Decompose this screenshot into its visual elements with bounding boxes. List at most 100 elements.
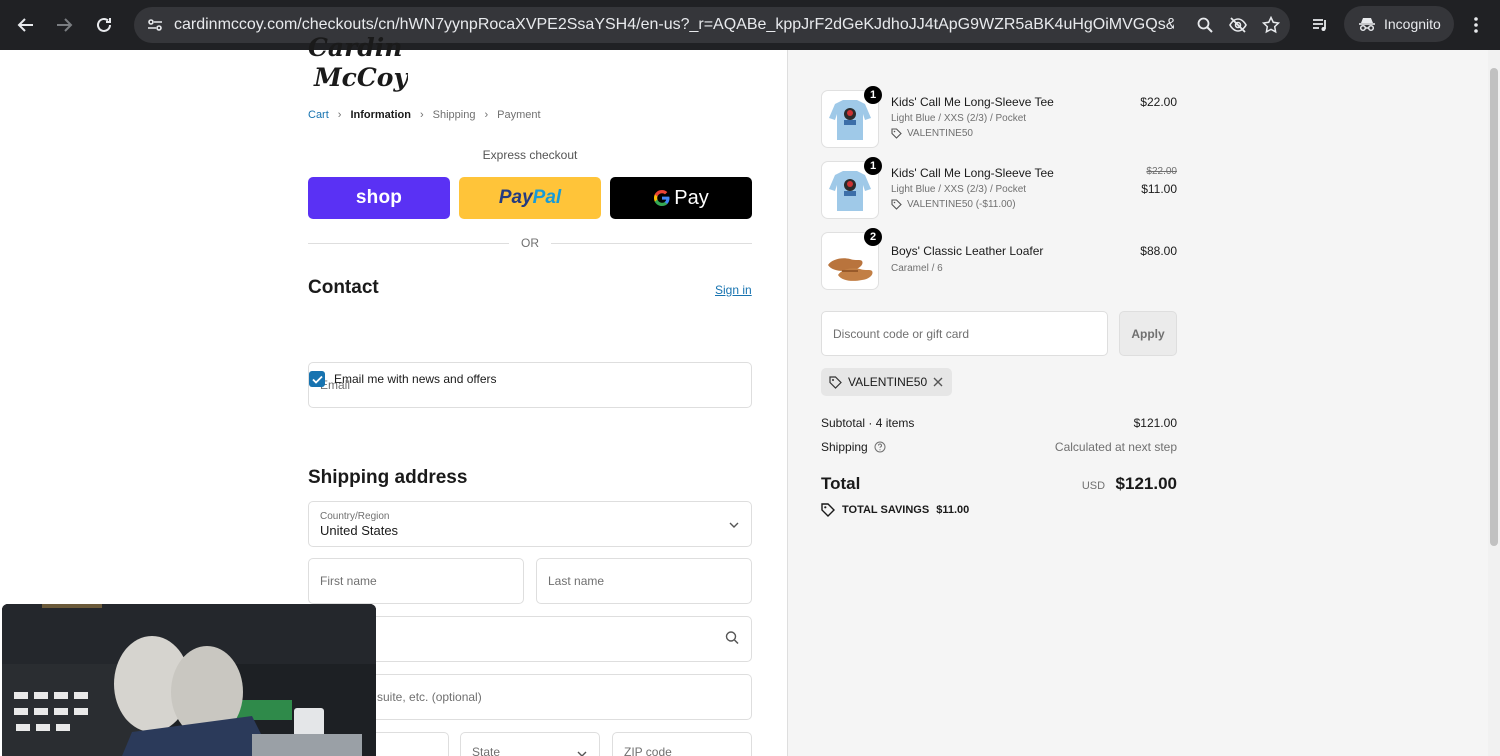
country-select[interactable]: Country/Region United States [308,501,752,547]
google-pay-label: Pay [674,186,709,209]
shop-pay-button[interactable]: shop [308,177,450,219]
shipping-row: Shipping Calculated at next step [821,440,1177,454]
total-row: Total USD $121.00 [821,474,1177,494]
savings-label: TOTAL SAVINGS [842,504,930,516]
contact-heading: Contact [308,277,379,298]
help-icon[interactable] [874,441,886,453]
more-icon[interactable] [1462,11,1490,39]
savings-value: $11.00 [936,504,970,516]
item-price: $11.00 [1141,182,1177,196]
express-checkout-label: Express checkout [482,148,578,162]
apartment-placeholder: suite, etc. (optional) [377,690,482,704]
total-savings: TOTAL SAVINGS $11.00 [821,503,969,517]
scrollbar-thumb[interactable] [1490,68,1498,546]
check-icon [311,375,323,384]
tag-icon [821,503,835,517]
chevron-down-icon [729,517,739,531]
svg-text:Cardin: Cardin [308,33,402,62]
video-overlay[interactable] [2,604,376,756]
incognito-icon [1359,18,1375,32]
breadcrumb-information: Information [350,109,411,121]
search-icon [725,631,739,648]
shop-pay-label: shop [355,187,403,208]
breadcrumb-payment: Payment [497,109,541,121]
forward-button[interactable] [44,5,84,45]
line-item: 1 Kids' Call Me Long-Sleeve Tee Light Bl… [821,157,1177,221]
zip-placeholder: ZIP code [624,745,672,756]
chevron-right-icon: › [337,109,342,121]
shipping-value: Calculated at next step [1054,440,1177,454]
paypal-label-part1: Pay [498,187,533,208]
paypal-button[interactable]: Pay Pal [459,177,601,219]
item-name: Boys' Classic Leather Loafer [891,244,1044,258]
total-label: Total [821,474,861,493]
sign-in-link[interactable]: Sign in [715,283,752,297]
google-pay-button[interactable]: Pay [610,177,752,219]
country-label: Country/Region [320,510,390,522]
item-discount-code: VALENTINE50 [907,128,973,139]
total-currency: USD [1081,480,1106,492]
item-variant: Light Blue / XXS (2/3) / Pocket [891,184,1027,195]
last-name-placeholder: Last name [548,574,605,588]
newsletter-option[interactable]: Email me with news and offers [309,371,497,387]
incognito-badge[interactable]: Incognito [1344,6,1454,42]
quantity-badge: 2 [864,228,882,246]
quantity-badge: 1 [864,157,882,175]
item-name: Kids' Call Me Long-Sleeve Tee [891,166,1054,180]
breadcrumb: Cart › Information › Shipping › Payment [308,109,541,121]
shipping-address-heading: Shipping address [308,467,468,488]
paypal-label-part2: Pal [532,187,562,208]
discount-code-input[interactable]: Discount code or gift card [821,311,1108,356]
eye-off-icon[interactable] [1228,16,1248,34]
incognito-label: Incognito [1384,16,1441,32]
browser-toolbar: cardinmccoy.com/checkouts/cn/hWN7yynpRoc… [0,0,1500,50]
subtotal-value: $121.00 [1133,416,1177,430]
tag-icon [829,375,842,389]
close-icon[interactable] [933,377,943,387]
line-item: 1 Kids' Call Me Long-Sleeve Tee Light Bl… [821,86,1177,150]
media-icon[interactable] [1306,11,1334,39]
total-value: $121.00 [1115,474,1177,493]
breadcrumb-shipping: Shipping [432,109,476,121]
chevron-right-icon: › [419,109,424,121]
subtotal-row: Subtotal · 4 items $121.00 [821,416,1177,430]
or-label: OR [521,236,539,250]
newsletter-checkbox[interactable] [309,371,325,387]
item-original-price: $22.00 [1146,166,1177,177]
svg-text:McCoy: McCoy [313,63,408,92]
quantity-badge: 1 [864,86,882,104]
last-name-field[interactable]: Last name [536,558,752,604]
or-divider: OR [308,236,752,250]
cardin-mccoy-logo[interactable]: Cardin McCoy [308,32,409,94]
order-summary-pane [788,50,1488,756]
applied-discount-code: VALENTINE50 [848,375,928,389]
item-price: $22.00 [1140,95,1177,109]
item-discount-code: VALENTINE50 (-$11.00) [907,199,1016,210]
forward-icon [57,18,73,32]
page-scrollbar[interactable] [1488,50,1500,756]
tag-icon [891,199,902,210]
shipping-label: Shipping [821,440,868,454]
applied-discount-tag: VALENTINE50 [821,368,953,396]
back-button[interactable] [6,5,46,45]
zip-field[interactable]: ZIP code [612,732,752,756]
star-icon[interactable] [1262,16,1280,34]
tag-icon [891,128,902,139]
subtotal-label: Subtotal · 4 items [821,416,915,430]
zoom-icon[interactable] [1196,16,1214,34]
reload-button[interactable] [84,5,124,45]
newsletter-label: Email me with news and offers [334,372,497,386]
google-g-icon [654,190,670,206]
site-info-icon[interactable] [138,7,172,43]
reload-icon [97,17,111,32]
item-variant: Light Blue / XXS (2/3) / Pocket [891,113,1027,124]
item-variant: Caramel / 6 [891,263,943,274]
chevron-down-icon [577,746,587,756]
chevron-right-icon: › [484,109,489,121]
item-discount: VALENTINE50 [891,128,973,139]
item-name: Kids' Call Me Long-Sleeve Tee [891,95,1054,109]
apply-discount-button[interactable]: Apply [1119,311,1177,356]
breadcrumb-cart[interactable]: Cart [308,109,329,121]
first-name-field[interactable]: First name [308,558,524,604]
state-select[interactable]: State [460,732,600,756]
